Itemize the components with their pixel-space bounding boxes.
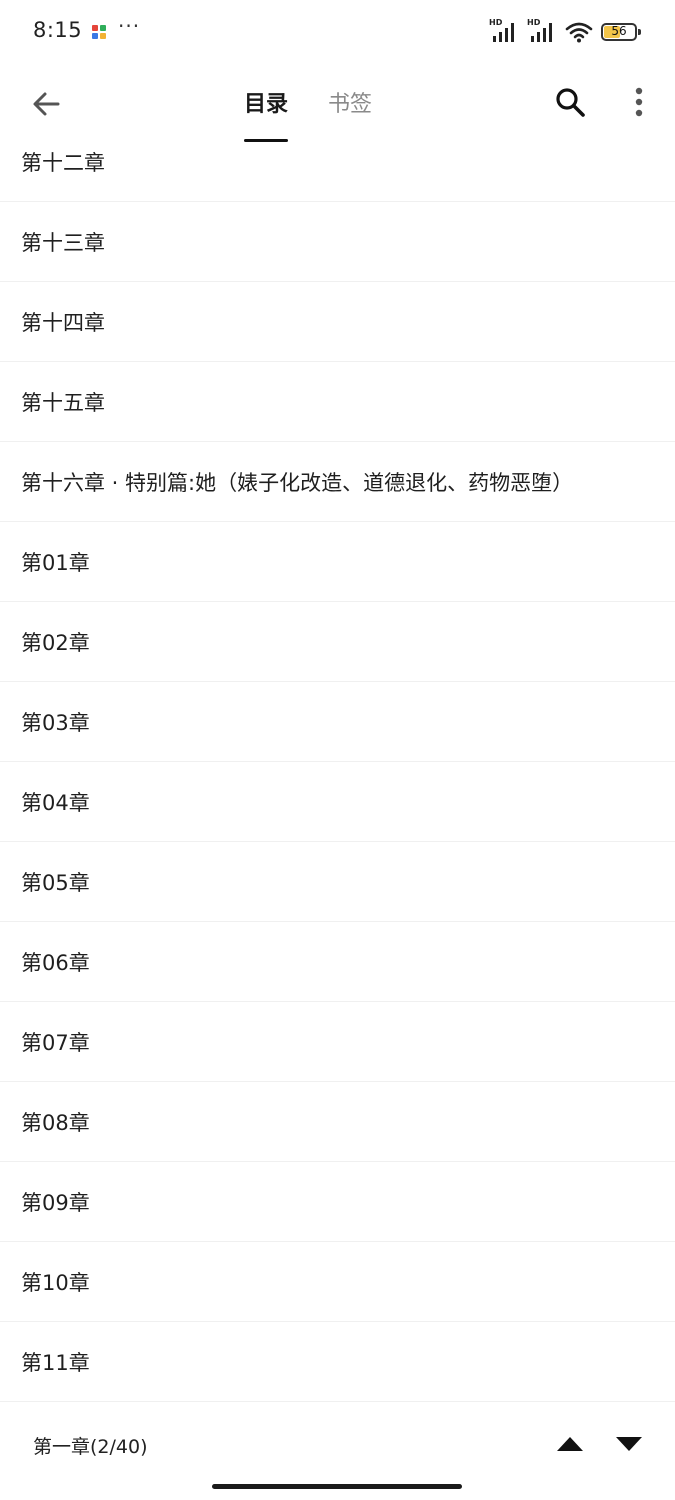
- chapter-item[interactable]: 第11章: [0, 1322, 675, 1402]
- search-icon: [556, 88, 585, 117]
- tab-contents-label: 目录: [244, 92, 289, 117]
- chapter-item[interactable]: 第十五章: [0, 362, 675, 442]
- tab-bookmarks-label: 书签: [328, 92, 373, 117]
- more-options-button[interactable]: [622, 82, 656, 122]
- current-chapter-label: 第一章(2/40): [33, 1436, 148, 1458]
- battery-tip: [638, 29, 641, 35]
- chapter-item[interactable]: 第十二章: [0, 122, 675, 202]
- chapter-item[interactable]: 第07章: [0, 1002, 675, 1082]
- triangle-down-icon: [616, 1437, 642, 1451]
- chapter-item[interactable]: 第10章: [0, 1242, 675, 1322]
- triangle-up-icon: [557, 1437, 583, 1451]
- status-time: 8:15: [33, 18, 83, 42]
- chapter-item[interactable]: 第04章: [0, 762, 675, 842]
- chapter-item[interactable]: 第03章: [0, 682, 675, 762]
- wifi-icon: [565, 21, 593, 43]
- hd-badge: HD: [489, 18, 503, 27]
- status-bar: 8:15 ··· HD HD 56: [0, 0, 675, 62]
- more-notifications-icon: ···: [118, 14, 141, 38]
- chapter-item[interactable]: 第十六章 · 特别篇:她（婊子化改造、道德退化、药物恶堕）: [0, 442, 675, 522]
- chapter-item[interactable]: 第08章: [0, 1082, 675, 1162]
- cellular-signal-icon-2: HD: [527, 18, 557, 44]
- chapter-item[interactable]: 第06章: [0, 922, 675, 1002]
- home-indicator[interactable]: [212, 1484, 462, 1489]
- chapter-item[interactable]: 第05章: [0, 842, 675, 922]
- hd-badge-2: HD: [527, 18, 541, 27]
- status-indicators: HD HD 56: [489, 18, 641, 46]
- cellular-signal-icon: HD: [489, 18, 519, 44]
- scroll-up-button[interactable]: [553, 1430, 587, 1458]
- chapter-item[interactable]: 第02章: [0, 602, 675, 682]
- search-button[interactable]: [550, 82, 590, 122]
- chapter-item[interactable]: 第01章: [0, 522, 675, 602]
- app-notification-icon: [92, 24, 106, 39]
- back-button[interactable]: [26, 84, 66, 124]
- bottom-bar: 第一章(2/40): [0, 1402, 675, 1482]
- more-vert-icon: [635, 87, 643, 117]
- battery-icon: 56: [601, 23, 641, 41]
- chapter-item[interactable]: 第十三章: [0, 202, 675, 282]
- arrow-back-icon: [33, 92, 60, 116]
- chapter-item[interactable]: 第十四章: [0, 282, 675, 362]
- scroll-down-button[interactable]: [612, 1430, 646, 1458]
- chapter-list: 第十二章 第十三章 第十四章 第十五章 第十六章 · 特别篇:她（婊子化改造、道…: [0, 122, 675, 1402]
- chapter-item[interactable]: 第09章: [0, 1162, 675, 1242]
- battery-level: 56: [611, 24, 627, 38]
